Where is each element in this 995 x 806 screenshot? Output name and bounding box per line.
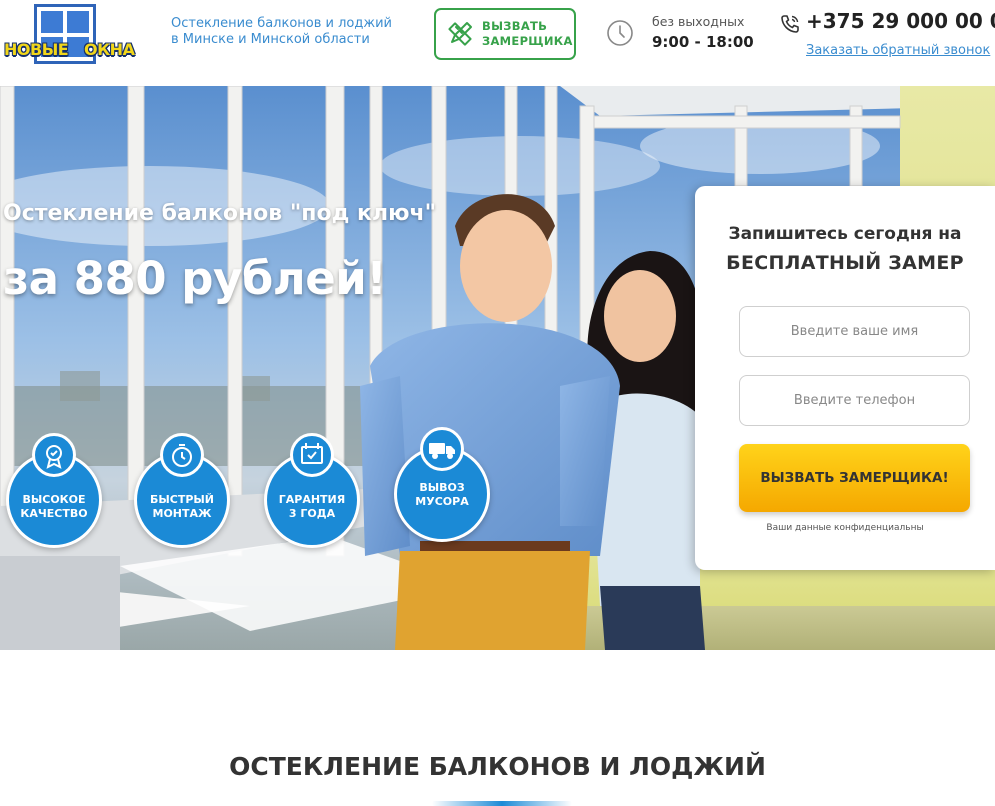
badge-quality-line2: качество (20, 507, 88, 520)
form-title-line1: Запишитесь сегодня на (728, 224, 962, 244)
section-title: ОСТЕКЛЕНИЕ БАЛКОНОВ И ЛОДЖИЙ (229, 752, 766, 781)
clock-icon (607, 20, 633, 46)
hero-title-price: за 880 рублей! (3, 252, 387, 305)
section-title-underline (432, 801, 572, 806)
certificate-icon (290, 433, 334, 477)
privacy-note: Ваши данные конфиденциальны (766, 523, 924, 533)
stopwatch-icon (160, 433, 204, 477)
badge-fast-install-line1: быстрый (149, 493, 215, 506)
badge-quality-line1: высокое (22, 493, 86, 506)
phone-icon (781, 15, 799, 33)
badge-waste-removal: вывоз мусора (394, 427, 490, 542)
award-medal-icon (32, 433, 76, 477)
logo-word-windows: ОКНА (84, 40, 135, 59)
name-input[interactable] (739, 306, 970, 357)
header-tagline: Остекление балконов и лоджий в Минске и … (171, 16, 392, 47)
badge-quality: высокое качество (6, 433, 102, 548)
hours-label: без выходных (652, 14, 745, 29)
badge-warranty-line1: гарантия (278, 493, 346, 506)
hero-title-line1: Остекление балконов "под ключ" (3, 201, 437, 226)
hours-value: 9:00 - 18:00 (652, 33, 754, 51)
call-measurer-button[interactable]: ВЫЗВАТЬ ЗАМЕРЩИКА (434, 8, 576, 60)
badge-warranty: гарантия 3 года (264, 433, 360, 548)
truck-icon (420, 427, 464, 471)
phone-input[interactable] (739, 375, 970, 426)
phone-number[interactable]: +375 29 000 00 00 (806, 9, 995, 33)
logo[interactable]: НОВЫЕ ОКНА (4, 2, 142, 66)
badge-warranty-line2: 3 года (288, 507, 336, 520)
ruler-pencil-icon (446, 20, 474, 48)
badge-fast-install-line2: монтаж (152, 507, 212, 520)
form-title-line2: БЕСПЛАТНЫЙ ЗАМЕР (726, 252, 964, 274)
badge-fast-install: быстрый монтаж (134, 433, 230, 548)
submit-call-measurer-button[interactable]: ВЫЗВАТЬ ЗАМЕРЩИКА! (739, 444, 970, 512)
hero-banner: Остекление балконов "под ключ" за 880 ру… (0, 86, 995, 650)
measure-button-line2: ЗАМЕРЩИКА (482, 34, 573, 48)
site-header: НОВЫЕ ОКНА Остекление балконов и лоджий … (0, 0, 995, 86)
measure-button-line1: ВЫЗВАТЬ (482, 19, 548, 33)
badge-waste-removal-line1: вывоз (419, 481, 465, 494)
badge-waste-removal-line2: мусора (415, 495, 469, 508)
callback-link[interactable]: Заказать обратный звонок (806, 43, 990, 58)
measurement-request-form: Запишитесь сегодня на БЕСПЛАТНЫЙ ЗАМЕР В… (695, 186, 995, 570)
logo-word-new: НОВЫЕ (4, 40, 69, 59)
